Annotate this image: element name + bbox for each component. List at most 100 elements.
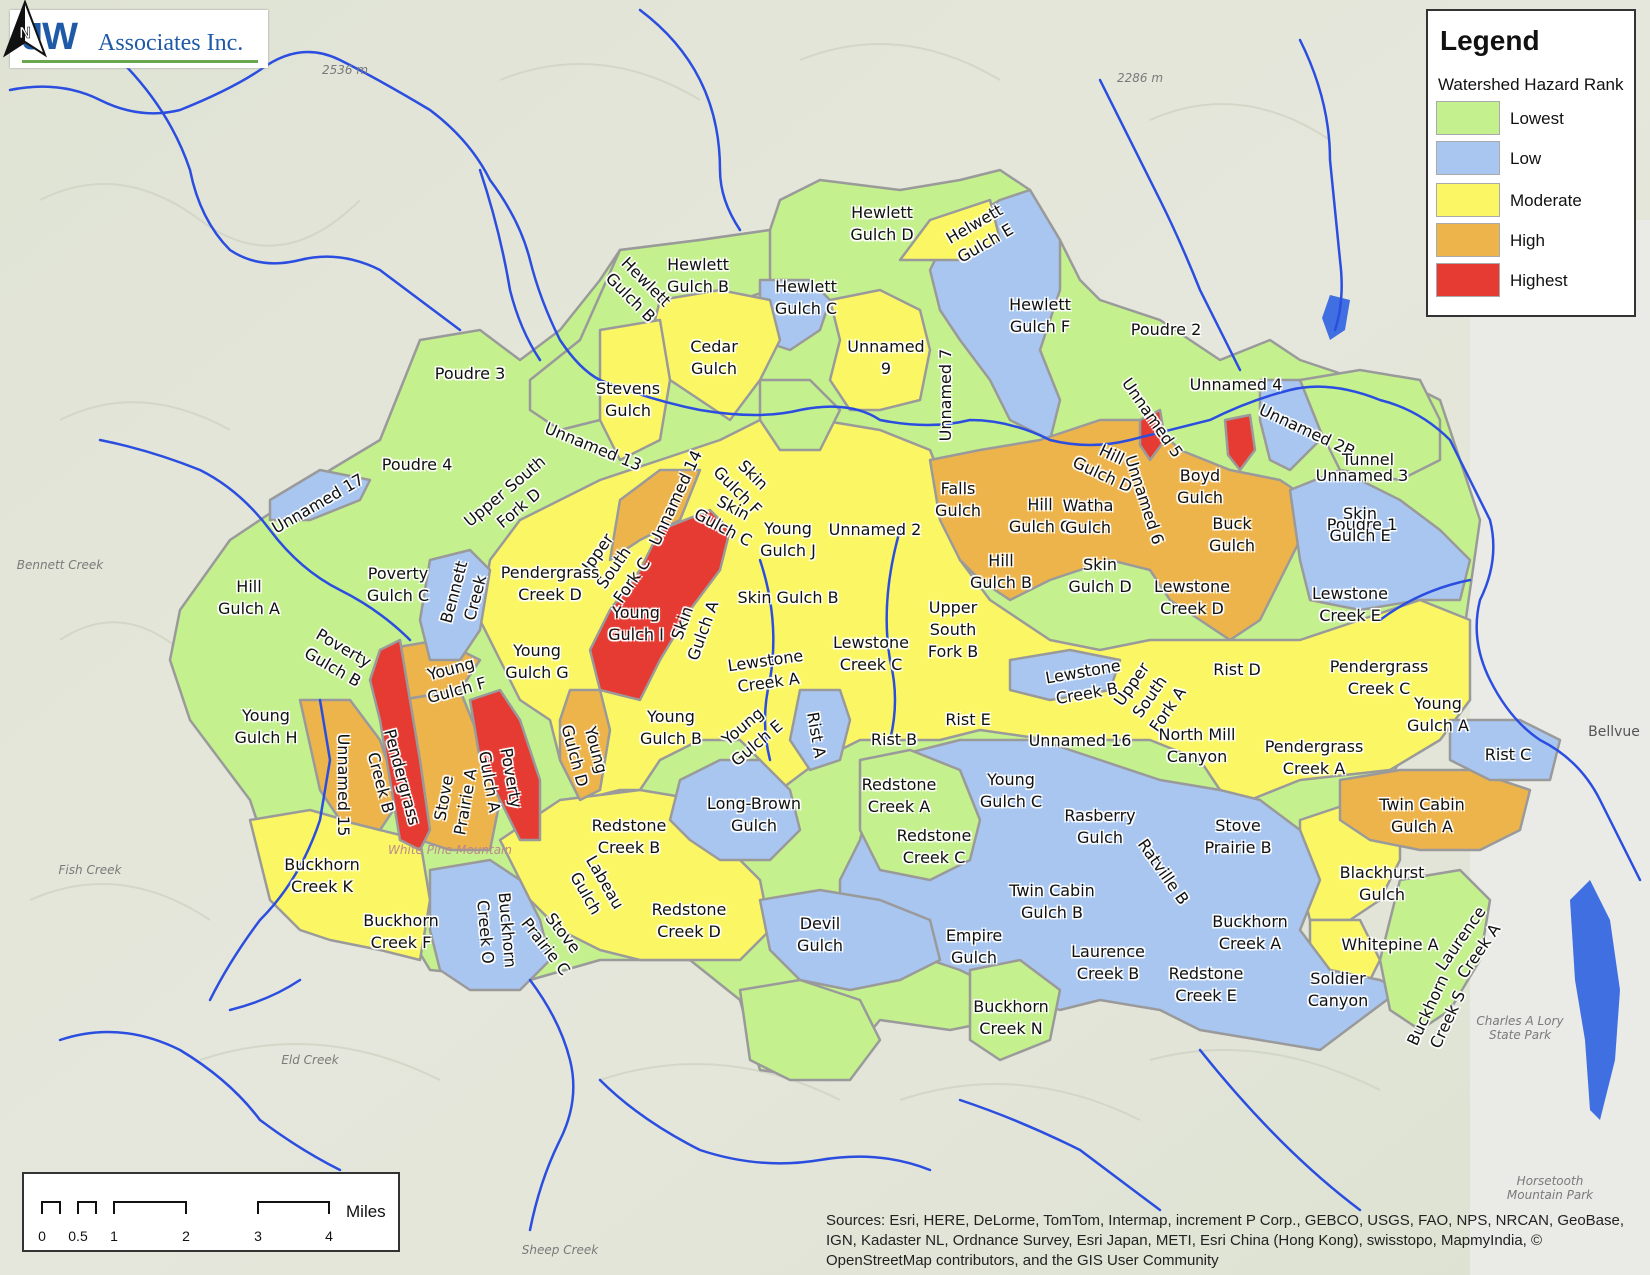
watershed-label[interactable]: Young Gulch C [980, 769, 1042, 813]
creek-label-3: Fish Creek [58, 863, 122, 877]
legend-item-moderate: Moderate [1436, 183, 1636, 219]
watershed-label[interactable]: Rist B [871, 729, 917, 751]
legend-swatch [1436, 101, 1500, 135]
scale-unit: Miles [346, 1202, 386, 1221]
watershed-label[interactable]: Upper South Fork B [928, 597, 978, 663]
watershed-label[interactable]: Rist E [945, 709, 990, 731]
scale-bar: Miles 0 0.5 1 2 3 4 [22, 1172, 400, 1252]
north-label: N [19, 25, 31, 42]
watershed-label[interactable]: Blackhurst Gulch [1340, 862, 1425, 906]
scale-tick: 1 [110, 1228, 118, 1244]
watershed-label[interactable]: Long-Brown Gulch [707, 793, 801, 837]
watershed-label[interactable]: Rist C [1485, 744, 1531, 766]
legend-swatch [1436, 183, 1500, 217]
elevation-label-1: 2536 m [321, 63, 369, 77]
park-label-2: Horsetooth Mountain Park [1506, 1174, 1594, 1202]
legend-label: Moderate [1510, 191, 1582, 210]
watershed-label[interactable]: Poverty Gulch C [367, 563, 429, 607]
watershed-label[interactable]: Young Gulch G [505, 640, 568, 684]
watershed-label[interactable]: Stove Prairie B [1204, 815, 1271, 859]
watershed-label[interactable]: Whitepine A [1341, 934, 1438, 956]
watershed-label[interactable]: Watha Gulch [1063, 495, 1114, 539]
watershed-label[interactable]: Boyd Gulch [1177, 465, 1223, 509]
scale-tick: 4 [325, 1228, 333, 1244]
watershed-label[interactable]: Rist D [1213, 659, 1261, 681]
scale-tick: 0.5 [68, 1228, 88, 1244]
watershed-label[interactable]: Skin Gulch B [737, 587, 838, 609]
watershed-label[interactable]: Unnamed 16 [1029, 730, 1132, 752]
watershed-label[interactable]: Laurence Creek B [1071, 941, 1145, 985]
legend-title: Legend [1440, 25, 1540, 56]
watershed-label[interactable]: Twin Cabin Gulch A [1379, 794, 1465, 838]
logo-company: Associates Inc. [98, 30, 244, 56]
watershed-label[interactable]: Unnamed 15 [332, 734, 354, 837]
watershed-label[interactable]: Unnamed 4 [1190, 374, 1283, 396]
watershed-label[interactable]: Soldier Canyon [1308, 968, 1369, 1012]
legend-swatch [1436, 263, 1500, 297]
watershed-label[interactable]: Stevens Gulch [596, 378, 660, 422]
watershed-label[interactable]: Redstone Creek A [862, 774, 937, 818]
legend-label: Low [1510, 149, 1542, 168]
watershed-label[interactable]: Buckhorn Creek A [1212, 911, 1288, 955]
watershed-label[interactable]: North Mill Canyon [1159, 724, 1236, 768]
watershed-label[interactable]: Cedar Gulch [690, 336, 738, 380]
watershed-label[interactable]: Lewstone Creek D [1154, 576, 1230, 620]
legend-subtitle: Watershed Hazard Rank [1438, 75, 1624, 94]
watershed-label[interactable]: Buckhorn Creek O [471, 891, 521, 970]
watershed-label[interactable]: Redstone Creek E [1169, 963, 1244, 1007]
watershed-label[interactable]: Lewstone Creek E [1312, 583, 1388, 627]
watershed-label[interactable]: Poudre 2 [1131, 319, 1202, 341]
watershed-label[interactable]: Empire Gulch [946, 925, 1002, 969]
hazard-map[interactable]: 2536 m 2286 m Bellvue Charles A Lory Sta… [0, 0, 1650, 1275]
watershed-label[interactable]: Buckhorn Creek N [973, 996, 1049, 1040]
legend-swatch [1436, 141, 1500, 175]
watershed-label[interactable]: Young Gulch J [760, 518, 816, 562]
elevation-label-2: 2286 m [1116, 71, 1164, 85]
watershed-label[interactable]: Hewlett Gulch C [775, 276, 837, 320]
watershed-label[interactable]: Redstone Creek D [652, 899, 727, 943]
watershed-label[interactable]: Young Gulch A [1407, 693, 1469, 737]
watershed-label[interactable]: Unnamed 2 [829, 519, 922, 541]
watershed-label[interactable]: Poudre 3 [435, 363, 506, 385]
watershed-label[interactable]: Skin Gulch D [1068, 554, 1131, 598]
watershed-label[interactable]: Young Gulch I [608, 602, 664, 646]
watershed-label[interactable]: Pendergrass Creek A [1265, 736, 1364, 780]
watershed-label[interactable]: Hewlett Gulch B [667, 254, 729, 298]
watershed-label[interactable]: Skin Gulch E [1329, 503, 1390, 547]
watershed-label[interactable]: Devil Gulch [797, 913, 843, 957]
watershed-label[interactable]: Hill Gulch A [218, 576, 280, 620]
scale-tick: 3 [254, 1228, 262, 1244]
scale-bar-graphic [41, 1201, 330, 1214]
creek-label-4: Bennett Creek [16, 558, 104, 572]
scale-tick: 0 [38, 1228, 46, 1244]
scale-tick: 2 [182, 1228, 190, 1244]
watershed-label[interactable]: Young Gulch H [234, 705, 297, 749]
watershed-label[interactable]: Lewstone Creek C [833, 632, 909, 676]
legend-item-lowest: Lowest [1436, 101, 1636, 137]
legend-swatch [1436, 223, 1500, 257]
map-canvas [0, 0, 1650, 1275]
watershed-label[interactable]: Redstone Creek C [897, 825, 972, 869]
watershed-label[interactable]: Redstone Creek B [592, 815, 667, 859]
attribution-text: Sources: Esri, HERE, DeLorme, TomTom, In… [826, 1212, 1625, 1269]
park-label-1: Charles A Lory State Park [1476, 1014, 1564, 1042]
watershed-label[interactable]: Unnamed 7 [935, 349, 957, 442]
watershed-label[interactable]: Buckhorn Creek F [363, 910, 439, 954]
watershed-label[interactable]: Falls Gulch [935, 478, 981, 522]
watershed-label[interactable]: Twin Cabin Gulch B [1009, 880, 1095, 924]
watershed-label[interactable]: Unnamed 9 [847, 336, 924, 380]
watershed-label[interactable]: Rasberry Gulch [1064, 805, 1135, 849]
legend-label: Highest [1510, 271, 1568, 290]
legend-item-low: Low [1436, 141, 1636, 177]
watershed-label[interactable]: Buck Gulch [1209, 513, 1255, 557]
watershed-label[interactable]: Hewlett Gulch D [850, 202, 913, 246]
north-arrow-icon: N [2, 0, 48, 58]
watershed-label[interactable]: Pendergrass Creek D [501, 562, 600, 606]
logo-underline [22, 60, 258, 63]
watershed-label[interactable]: Hewlett Gulch F [1009, 294, 1071, 338]
watershed-label[interactable]: Unnamed 3 [1316, 465, 1409, 487]
watershed-label[interactable]: Buckhorn Creek K [284, 854, 360, 898]
watershed-label[interactable]: Hill Gulch B [970, 550, 1032, 594]
watershed-label[interactable]: Poudre 4 [382, 454, 453, 476]
watershed-label[interactable]: Young Gulch B [640, 706, 702, 750]
